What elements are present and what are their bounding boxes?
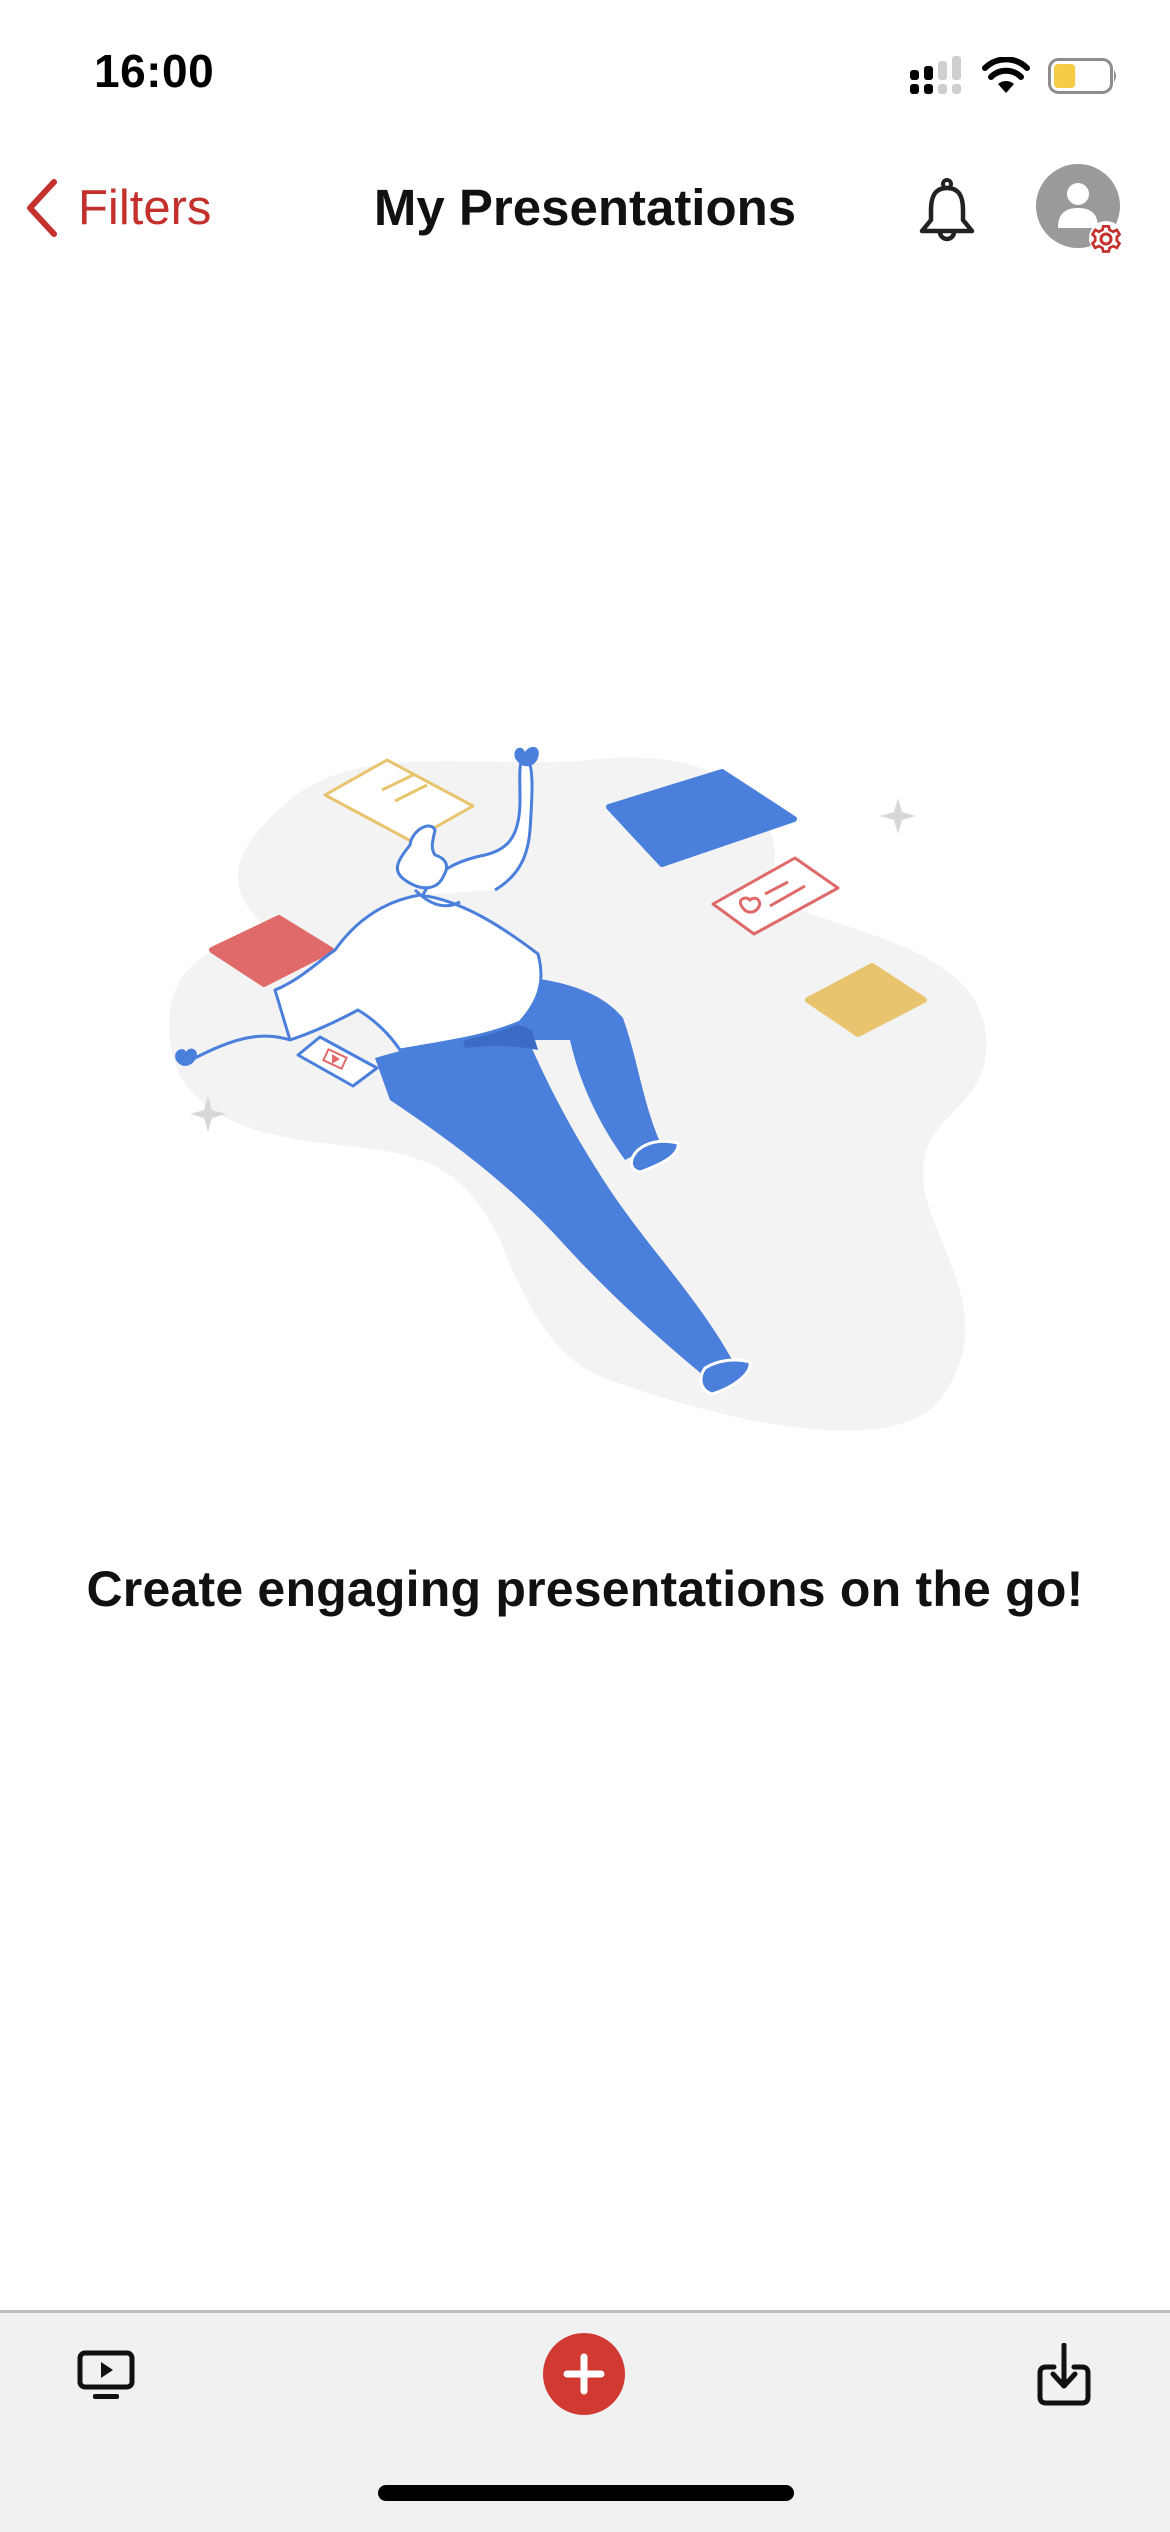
dual-sim-signal-icon xyxy=(910,56,961,94)
page-title: My Presentations xyxy=(373,179,797,236)
wifi-icon xyxy=(982,57,1030,93)
present-monitor-icon xyxy=(77,2350,135,2399)
status-time: 16:00 xyxy=(94,45,215,97)
account-settings-button[interactable] xyxy=(1034,162,1134,262)
home-indicator[interactable] xyxy=(378,2485,794,2501)
plus-icon xyxy=(563,2353,605,2395)
illustration-blob xyxy=(169,757,987,1431)
import-download-icon xyxy=(1037,2343,1091,2406)
bell-icon xyxy=(919,178,975,242)
empty-state-illustration xyxy=(169,746,987,1431)
present-button[interactable] xyxy=(68,2337,144,2413)
notifications-button[interactable] xyxy=(912,176,982,246)
status-icons xyxy=(908,54,1118,98)
add-presentation-button[interactable] xyxy=(543,2333,625,2415)
import-button[interactable] xyxy=(1026,2335,1102,2415)
status-bar: 16:00 xyxy=(0,0,1170,150)
battery-fill xyxy=(1054,64,1076,88)
empty-state-message: Create engaging presentations on the go! xyxy=(86,1561,1084,1617)
sparkle xyxy=(880,798,916,834)
battery-icon xyxy=(1048,58,1116,94)
nav-header: Filters My Presentations xyxy=(0,150,1170,266)
account-settings-icon xyxy=(1036,164,1123,255)
